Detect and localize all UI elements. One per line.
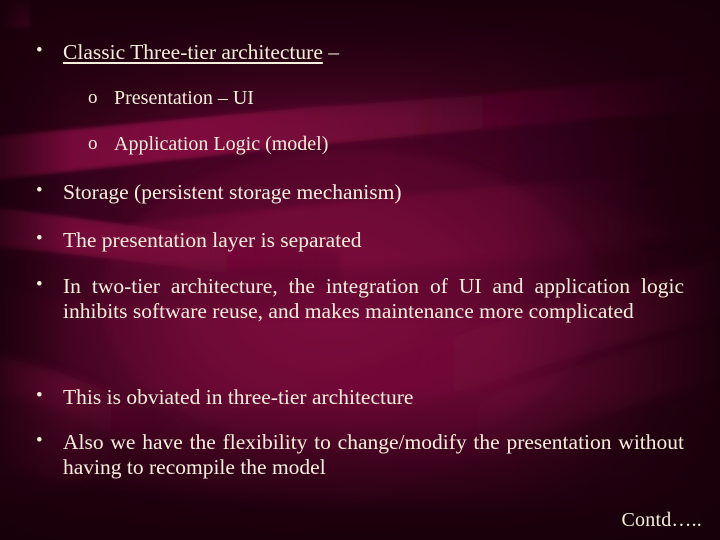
bullet-flexibility-change-modify: • Also we have the flexibility to change…: [36, 430, 684, 481]
bullet-storage-text: Storage (persistent storage mechanism): [63, 180, 402, 204]
bullet-marker-icon: •: [36, 228, 43, 249]
bullet-storage: • Storage (persistent storage mechanism): [36, 180, 684, 205]
bullet-marker-icon: •: [36, 180, 43, 201]
slide-content: • Classic Three-tier architecture – o Pr…: [0, 0, 720, 540]
bullet-presentation-layer-separated: • The presentation layer is separated: [36, 228, 684, 253]
bullet-classic-three-tier-text: Classic Three-tier architecture –: [63, 40, 684, 65]
bullet-marker-icon: •: [36, 274, 43, 295]
bullet-marker-icon: •: [36, 385, 43, 406]
bullet-obviated-three-tier: • This is obviated in three-tier archite…: [36, 385, 684, 410]
bullet-two-tier-integration: • In two-tier architecture, the integrat…: [36, 274, 684, 325]
bullet-obviated-three-tier-text: This is obviated in three-tier architect…: [63, 385, 414, 409]
sub-bullet-presentation: o Presentation – UI: [88, 87, 254, 111]
bullet-marker-icon: •: [36, 40, 43, 61]
bullet-classic-three-tier-dash: –: [322, 40, 339, 64]
bullet-classic-three-tier-underlined: Classic Three-tier architecture: [63, 40, 323, 64]
sub-bullet-marker-icon: o: [88, 87, 98, 108]
bullet-marker-icon: •: [36, 430, 43, 451]
bullet-presentation-layer-separated-text: The presentation layer is separated: [63, 228, 362, 252]
bullet-two-tier-integration-text: In two-tier architecture, the integratio…: [63, 274, 684, 324]
bullet-classic-three-tier: • Classic Three-tier architecture –: [36, 40, 684, 65]
sub-bullet-application-logic-text: Application Logic (model): [114, 133, 329, 155]
sub-bullet-application-logic: o Application Logic (model): [88, 133, 328, 157]
continuation-label: Contd…..: [621, 509, 702, 531]
slide-canvas: • Classic Three-tier architecture – o Pr…: [0, 0, 720, 540]
sub-bullet-presentation-text: Presentation – UI: [114, 87, 254, 109]
sub-bullet-marker-icon: o: [88, 133, 98, 154]
bullet-flexibility-change-modify-text: Also we have the flexibility to change/m…: [63, 430, 684, 480]
